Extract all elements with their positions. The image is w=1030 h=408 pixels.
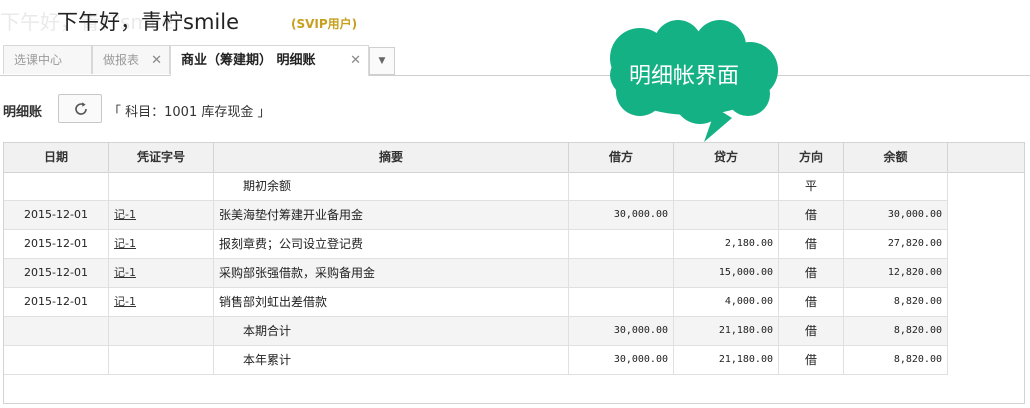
credit-cell: 21,180.00 xyxy=(674,346,779,374)
column-header-credit: 贷方 xyxy=(674,143,779,172)
balance-cell: 27,820.00 xyxy=(844,230,948,258)
table-row: 2015-12-01 记-1 报刻章费；公司设立登记费 2,180.00 借 2… xyxy=(4,230,948,259)
ledger-table: 日期 凭证字号 摘要 借方 贷方 方向 余额 期初余额 平 2015-12-01… xyxy=(3,142,1025,404)
voucher-cell: 记-1 xyxy=(109,288,214,316)
balance-cell: 12,820.00 xyxy=(844,259,948,287)
direction-cell: 借 xyxy=(779,201,844,229)
debit-cell: 30,000.00 xyxy=(569,201,674,229)
svip-badge: (SVIP用户) xyxy=(291,17,358,31)
column-header-debit: 借方 xyxy=(569,143,674,172)
direction-cell: 借 xyxy=(779,288,844,316)
refresh-button[interactable] xyxy=(58,94,102,123)
balance-cell: 30,000.00 xyxy=(844,201,948,229)
date-cell xyxy=(4,346,109,374)
credit-cell: 4,000.00 xyxy=(674,288,779,316)
direction-cell: 借 xyxy=(779,317,844,345)
subject-label: 「 科目：1001 库存现金 」 xyxy=(108,105,271,120)
summary-cell: 本期合计 xyxy=(214,317,569,345)
summary-cell: 本年累计 xyxy=(214,346,569,374)
balance-cell xyxy=(844,172,948,200)
table-row-year-total: 本年累计 30,000.00 21,180.00 借 8,820.00 xyxy=(4,346,948,375)
debit-cell xyxy=(569,259,674,287)
callout-text: 明细帐界面 xyxy=(628,64,739,89)
column-header-balance: 余额 xyxy=(844,143,948,172)
credit-cell xyxy=(674,172,779,200)
voucher-link[interactable]: 记-1 xyxy=(114,237,136,250)
column-header-voucher: 凭证字号 xyxy=(109,143,214,172)
close-icon[interactable]: ✕ xyxy=(350,46,361,75)
summary-cell: 采购部张强借款，采购备用金 xyxy=(214,259,569,287)
date-cell xyxy=(4,172,109,200)
debit-cell xyxy=(569,230,674,258)
table-row: 期初余额 平 xyxy=(4,172,948,201)
summary-cell: 张美海垫付筹建开业备用金 xyxy=(214,201,569,229)
voucher-link[interactable]: 记-1 xyxy=(114,208,136,221)
table-row: 2015-12-01 记-1 销售部刘虹出差借款 4,000.00 借 8,82… xyxy=(4,288,948,317)
table-row: 2015-12-01 记-1 张美海垫付筹建开业备用金 30,000.00 借 … xyxy=(4,201,948,230)
table-row-period-total: 本期合计 30,000.00 21,180.00 借 8,820.00 xyxy=(4,317,948,346)
credit-cell: 21,180.00 xyxy=(674,317,779,345)
voucher-link[interactable]: 记-1 xyxy=(114,295,136,308)
voucher-cell: 记-1 xyxy=(109,230,214,258)
credit-cell: 2,180.00 xyxy=(674,230,779,258)
summary-cell: 期初余额 xyxy=(214,172,569,200)
direction-cell: 平 xyxy=(779,172,844,200)
tab-dropdown-button[interactable]: ▼ xyxy=(369,47,395,75)
balance-cell: 8,820.00 xyxy=(844,317,948,345)
date-cell: 2015-12-01 xyxy=(4,288,109,316)
voucher-cell: 记-1 xyxy=(109,201,214,229)
credit-cell xyxy=(674,201,779,229)
table-row: 2015-12-01 记-1 采购部张强借款，采购备用金 15,000.00 借… xyxy=(4,259,948,288)
column-header-direction: 方向 xyxy=(779,143,844,172)
debit-cell xyxy=(569,288,674,316)
column-header-date: 日期 xyxy=(4,143,109,172)
balance-cell: 8,820.00 xyxy=(844,346,948,374)
tab-label: 选课中心 xyxy=(14,53,63,67)
balance-cell: 8,820.00 xyxy=(844,288,948,316)
direction-cell: 借 xyxy=(779,230,844,258)
voucher-cell xyxy=(109,346,214,374)
page-title: 明细账 xyxy=(3,105,43,120)
debit-cell xyxy=(569,172,674,200)
direction-cell: 借 xyxy=(779,346,844,374)
tab-reports[interactable]: 做报表 ✕ xyxy=(92,45,170,74)
date-cell: 2015-12-01 xyxy=(4,201,109,229)
column-header-summary: 摘要 xyxy=(214,143,569,172)
refresh-icon xyxy=(75,102,87,115)
tab-label: 商业（筹建期） 明细账 xyxy=(181,53,316,68)
debit-cell: 30,000.00 xyxy=(569,346,674,374)
debit-cell: 30,000.00 xyxy=(569,317,674,345)
summary-cell: 销售部刘虹出差借款 xyxy=(214,288,569,316)
credit-cell: 15,000.00 xyxy=(674,259,779,287)
caret-down-icon: ▼ xyxy=(378,56,386,66)
tab-bar: 选课中心 做报表 ✕ 商业（筹建期） 明细账 ✕ ▼ xyxy=(0,45,1030,76)
voucher-link[interactable]: 记-1 xyxy=(114,266,136,279)
date-cell: 2015-12-01 xyxy=(4,230,109,258)
direction-cell: 借 xyxy=(779,259,844,287)
voucher-cell xyxy=(109,317,214,345)
voucher-cell: 记-1 xyxy=(109,259,214,287)
greeting-text: 下午好，青柠smile xyxy=(57,10,239,34)
summary-cell: 报刻章费；公司设立登记费 xyxy=(214,230,569,258)
tab-detail-ledger[interactable]: 商业（筹建期） 明细账 ✕ xyxy=(170,45,369,76)
date-cell xyxy=(4,317,109,345)
tab-label: 做报表 xyxy=(103,53,140,67)
table-header: 日期 凭证字号 摘要 借方 贷方 方向 余额 xyxy=(4,143,1024,173)
voucher-cell xyxy=(109,172,214,200)
date-cell: 2015-12-01 xyxy=(4,259,109,287)
tab-course-center[interactable]: 选课中心 xyxy=(3,45,92,74)
close-icon[interactable]: ✕ xyxy=(151,46,162,75)
